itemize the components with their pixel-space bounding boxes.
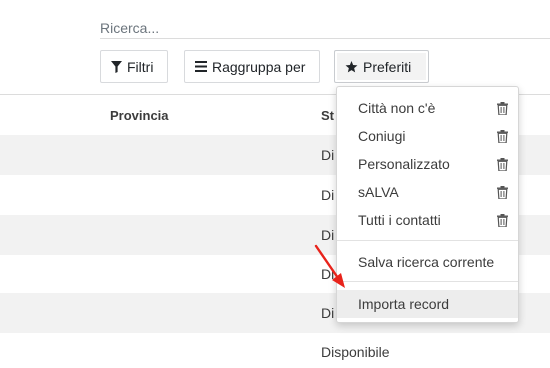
trash-icon[interactable]: [497, 185, 508, 199]
favorite-item[interactable]: sALVA: [337, 178, 518, 206]
menu-divider: [337, 240, 518, 241]
table-cell-stato: Di: [321, 147, 335, 163]
favorite-item-label: sALVA: [358, 184, 399, 200]
table-cell-stato: Di: [321, 227, 335, 243]
save-current-search-label: Salva ricerca corrente: [358, 254, 495, 270]
groupby-button-label: Raggruppa per: [212, 58, 306, 75]
filters-button-label: Filtri: [127, 58, 154, 75]
table-row[interactable]: Disponibile: [0, 332, 550, 368]
favorite-item[interactable]: Coniugi: [337, 122, 518, 150]
favorite-item[interactable]: Tutti i contatti: [337, 206, 518, 234]
search-input[interactable]: [100, 18, 550, 38]
table-cell-stato: Di: [321, 266, 335, 282]
save-current-search-item[interactable]: Salva ricerca corrente: [337, 248, 518, 276]
trash-icon[interactable]: [497, 129, 508, 143]
table-cell-stato: Disponibile: [321, 344, 390, 360]
favorite-item[interactable]: Personalizzato: [337, 150, 518, 178]
favorite-item[interactable]: Città non c'è: [337, 94, 518, 122]
favorite-item-label: Personalizzato: [358, 156, 450, 172]
column-header-provincia[interactable]: Provincia: [110, 108, 169, 123]
trash-icon[interactable]: [497, 157, 508, 171]
favorite-item-label: Città non c'è: [358, 100, 436, 116]
favorites-button[interactable]: Preferiti: [334, 50, 429, 83]
import-records-label: Importa record: [358, 296, 450, 312]
import-records-item[interactable]: Importa record: [337, 290, 518, 318]
groupby-button[interactable]: Raggruppa per: [184, 50, 320, 83]
trash-icon[interactable]: [497, 213, 508, 227]
menu-divider: [337, 281, 518, 282]
favorites-dropdown: Città non c'è Coniugi Personalizzato sAL…: [336, 86, 519, 323]
favorite-item-label: Coniugi: [358, 128, 406, 144]
search-box[interactable]: [100, 18, 550, 38]
funnel-icon: [111, 60, 122, 73]
search-underline: [100, 38, 550, 39]
filters-button[interactable]: Filtri: [100, 50, 168, 83]
bars-icon: [195, 61, 207, 72]
favorite-item-label: Tutti i contatti: [358, 212, 441, 228]
table-cell-stato: Di: [321, 305, 335, 321]
column-header-stato[interactable]: St: [321, 108, 334, 123]
favorites-button-label: Preferiti: [363, 58, 412, 75]
table-cell-stato: Di: [321, 187, 335, 203]
trash-icon[interactable]: [497, 101, 508, 115]
star-icon: [345, 60, 358, 73]
